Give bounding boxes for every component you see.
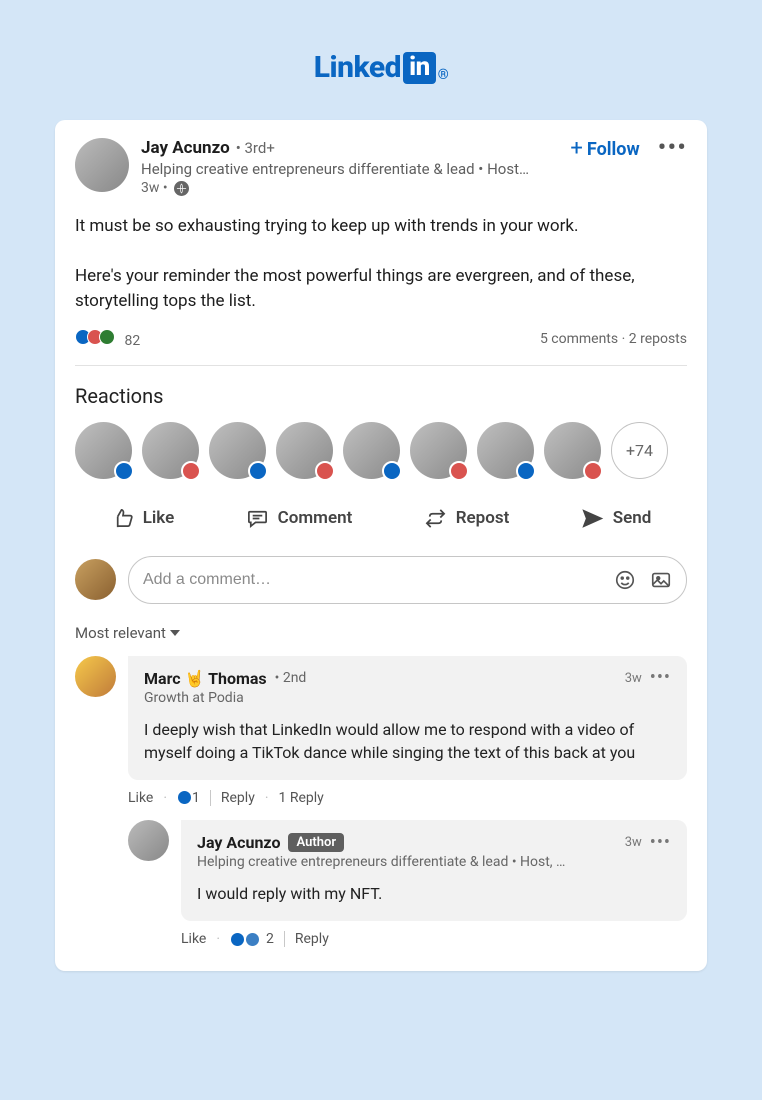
post-card: Jay Acunzo • 3rd+ Helping creative entre… (55, 120, 707, 971)
emoji-icon[interactable] (614, 569, 636, 591)
comment-reply-button[interactable]: Reply (295, 931, 329, 947)
funny-icon (245, 932, 260, 947)
like-button[interactable]: Like (111, 507, 175, 530)
like-icon (177, 790, 192, 805)
comment-time: 3w (625, 835, 642, 850)
comment-menu-icon[interactable]: ••• (650, 675, 671, 680)
thumbs-up-icon (111, 507, 134, 530)
reactor-avatar[interactable] (477, 422, 534, 479)
reposts-count[interactable]: 2 reposts (629, 331, 687, 347)
comment-button[interactable]: Comment (246, 507, 353, 530)
logo-text: Linked (314, 50, 401, 85)
comment-input-row (75, 556, 687, 604)
divider (284, 931, 285, 947)
commenter-headline: Helping creative entrepreneurs different… (197, 854, 597, 870)
commenter-headline: Growth at Podia (144, 690, 671, 706)
send-button[interactable]: Send (581, 507, 652, 530)
author-degree: • 3rd+ (236, 139, 275, 157)
divider (75, 365, 687, 366)
comment-reaction-count[interactable]: 2 (230, 931, 274, 947)
repost-button[interactable]: Repost (424, 507, 510, 530)
reaction-summary[interactable]: 82 (75, 329, 140, 349)
comment-menu-icon[interactable]: ••• (650, 840, 671, 845)
comment-like-button[interactable]: Like (181, 931, 206, 947)
image-icon[interactable] (650, 569, 672, 591)
reactor-avatar[interactable] (410, 422, 467, 479)
comment-bubble: Jay Acunzo Author 3w ••• Helping creativ… (181, 820, 687, 921)
heart-icon (315, 461, 335, 481)
reactor-avatar[interactable] (142, 422, 199, 479)
reactor-avatar[interactable] (276, 422, 333, 479)
logo-dot: ® (438, 67, 449, 83)
more-reactors-button[interactable]: +74 (611, 422, 668, 479)
comment-icon (246, 507, 269, 530)
post-paragraph: It must be so exhausting trying to keep … (75, 214, 687, 240)
reactor-avatar[interactable] (544, 422, 601, 479)
engagement-summary: 82 5 comments · 2 reposts (75, 329, 687, 349)
like-icon (382, 461, 402, 481)
reaction-icons (75, 329, 111, 345)
comment-thread: Marc 🤘 Thomas • 2nd 3w ••• Growth at Pod… (75, 656, 687, 948)
comment: Jay Acunzo Author 3w ••• Helping creativ… (128, 820, 687, 921)
comment-input[interactable] (143, 571, 614, 589)
comment-reaction-count[interactable]: 1 (177, 790, 200, 806)
comment-reply-button[interactable]: Reply (221, 790, 255, 806)
reaction-count: 82 (124, 333, 140, 349)
comment-actions: Like · 2 Reply (181, 931, 687, 947)
reactor-avatar[interactable] (75, 422, 132, 479)
comment-actions: Like · 1 Reply · 1 Reply (128, 790, 687, 806)
comment-time: 3w (625, 671, 642, 686)
current-user-avatar[interactable] (75, 559, 116, 600)
post-body: It must be so exhausting trying to keep … (75, 214, 687, 315)
logo-suffix: in (403, 52, 436, 84)
globe-icon (174, 181, 189, 196)
post-header: Jay Acunzo • 3rd+ Helping creative entre… (75, 138, 687, 196)
comment-body: I deeply wish that LinkedIn would allow … (144, 718, 671, 764)
reactors-row: +74 (75, 422, 687, 479)
post-menu-icon[interactable]: ••• (658, 145, 687, 153)
reactor-avatar[interactable] (343, 422, 400, 479)
post-time: 3w • (141, 180, 168, 196)
reactor-avatar[interactable] (209, 422, 266, 479)
support-icon (99, 329, 115, 345)
commenter-avatar[interactable] (75, 656, 116, 697)
comment: Marc 🤘 Thomas • 2nd 3w ••• Growth at Pod… (75, 656, 687, 780)
like-icon (114, 461, 134, 481)
chevron-down-icon (170, 630, 180, 636)
comment-body: I would reply with my NFT. (197, 882, 671, 905)
divider (210, 790, 211, 806)
plus-icon: + (570, 138, 582, 160)
reply-thread: Jay Acunzo Author 3w ••• Helping creativ… (128, 820, 687, 947)
like-icon (516, 461, 536, 481)
heart-icon (449, 461, 469, 481)
comment-input-container[interactable] (128, 556, 687, 604)
author-name[interactable]: Jay Acunzo (141, 138, 230, 158)
author-badge: Author (288, 833, 344, 852)
action-bar: Like Comment Repost Send (75, 503, 687, 534)
reactions-heading: Reactions (75, 384, 687, 408)
author-avatar[interactable] (75, 138, 129, 192)
linkedin-logo: Linked in ® (0, 20, 762, 120)
comment-reply-count[interactable]: 1 Reply (279, 790, 324, 806)
like-icon (248, 461, 268, 481)
send-icon (581, 507, 604, 530)
commenter-degree: • 2nd (275, 670, 307, 686)
commenter-name[interactable]: Marc 🤘 Thomas (144, 669, 267, 688)
like-icon (230, 932, 245, 947)
post-paragraph: Here's your reminder the most powerful t… (75, 264, 687, 315)
comment-like-button[interactable]: Like (128, 790, 153, 806)
commenter-name[interactable]: Jay Acunzo (197, 833, 280, 852)
heart-icon (181, 461, 201, 481)
comment-sort-dropdown[interactable]: Most relevant (75, 624, 180, 642)
heart-icon (583, 461, 603, 481)
comment-bubble: Marc 🤘 Thomas • 2nd 3w ••• Growth at Pod… (128, 656, 687, 780)
repost-icon (424, 507, 447, 530)
follow-button[interactable]: + Follow (570, 138, 639, 160)
comments-count[interactable]: 5 comments (540, 331, 618, 347)
author-tagline: Helping creative entrepreneurs different… (141, 160, 531, 178)
commenter-avatar[interactable] (128, 820, 169, 861)
